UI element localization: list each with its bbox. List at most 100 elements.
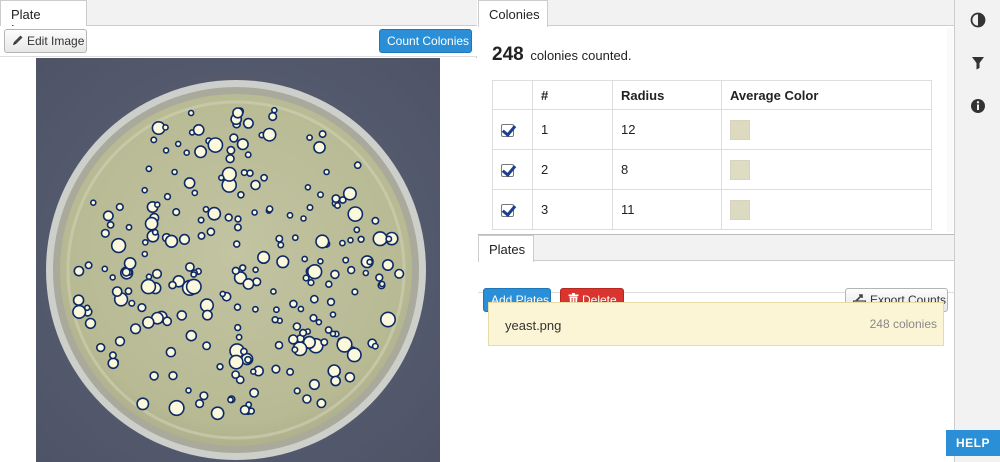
colony-marker[interactable] xyxy=(72,304,87,319)
colony-marker[interactable] xyxy=(323,168,330,176)
colony-marker[interactable] xyxy=(145,273,153,280)
colony-marker[interactable] xyxy=(150,136,158,144)
colony-marker[interactable] xyxy=(371,216,380,225)
colony-marker[interactable] xyxy=(207,206,222,221)
colony-marker[interactable] xyxy=(244,355,252,364)
colony-marker[interactable] xyxy=(347,265,356,275)
tab-colonies[interactable]: Colonies xyxy=(478,0,548,27)
colony-marker[interactable] xyxy=(318,130,327,139)
colony-marker[interactable] xyxy=(250,368,257,375)
colony-marker[interactable] xyxy=(324,280,333,288)
colony-marker[interactable] xyxy=(297,305,305,313)
colony-marker[interactable] xyxy=(218,174,225,182)
colony-marker[interactable] xyxy=(234,323,242,332)
colony-marker[interactable] xyxy=(233,303,242,311)
colony-marker[interactable] xyxy=(379,311,396,328)
info-icon[interactable] xyxy=(970,98,986,114)
colony-marker[interactable] xyxy=(362,269,370,277)
colony-marker[interactable] xyxy=(381,259,394,272)
help-button[interactable]: HELP xyxy=(946,430,1000,456)
colony-marker[interactable] xyxy=(162,316,173,327)
petri-dish-photo[interactable] xyxy=(36,58,440,462)
colony-marker[interactable] xyxy=(306,204,314,212)
colony-marker[interactable] xyxy=(292,322,302,331)
colony-marker[interactable] xyxy=(199,391,209,401)
colony-marker[interactable] xyxy=(353,226,361,234)
colony-marker[interactable] xyxy=(224,213,233,222)
colony-marker[interactable] xyxy=(378,280,386,288)
colony-marker[interactable] xyxy=(271,364,281,374)
colony-marker[interactable] xyxy=(84,317,97,330)
colony-marker[interactable] xyxy=(192,124,205,136)
colony-marker[interactable] xyxy=(272,306,280,314)
colony-marker[interactable] xyxy=(372,231,388,247)
colony-marker[interactable] xyxy=(242,277,255,290)
colony-marker[interactable] xyxy=(249,387,260,398)
tab-plate-image[interactable]: Plate Image xyxy=(0,0,87,37)
colony-marker[interactable] xyxy=(187,109,195,117)
colony-marker[interactable] xyxy=(140,278,157,295)
colony-marker[interactable] xyxy=(191,189,199,197)
colony-marker[interactable] xyxy=(100,228,110,238)
column-header-average-color[interactable]: Average Color xyxy=(721,80,932,110)
colony-marker[interactable] xyxy=(197,216,205,224)
colony-marker[interactable] xyxy=(149,371,159,381)
colony-marker[interactable] xyxy=(291,234,299,242)
colony-marker[interactable] xyxy=(110,237,127,254)
colony-marker[interactable] xyxy=(244,151,252,159)
colony-marker[interactable] xyxy=(309,313,318,323)
colony-marker[interactable] xyxy=(142,316,155,329)
colony-marker[interactable] xyxy=(233,223,242,232)
colony-marker[interactable] xyxy=(108,351,117,360)
filter-icon[interactable] xyxy=(970,55,986,71)
colony-marker[interactable] xyxy=(242,117,254,129)
colony-marker[interactable] xyxy=(309,294,319,304)
colony-marker[interactable] xyxy=(330,375,341,387)
colony-marker[interactable] xyxy=(183,177,196,189)
colony-marker[interactable] xyxy=(114,336,126,347)
colony-marker[interactable] xyxy=(317,258,324,265)
colony-marker[interactable] xyxy=(201,309,213,321)
colony-marker[interactable] xyxy=(128,299,136,307)
colony-marker[interactable] xyxy=(286,367,295,376)
colony-marker[interactable] xyxy=(293,387,301,395)
row-checkbox[interactable] xyxy=(501,204,514,218)
colony-marker[interactable] xyxy=(301,255,309,263)
colony-marker[interactable] xyxy=(357,235,365,244)
colony-marker[interactable] xyxy=(185,329,198,342)
colony-marker[interactable] xyxy=(136,397,150,411)
image-viewport[interactable] xyxy=(0,58,477,462)
colony-marker[interactable] xyxy=(307,264,323,280)
colony-marker[interactable] xyxy=(257,250,271,264)
colony-marker[interactable] xyxy=(268,111,278,122)
colony-marker[interactable] xyxy=(234,215,242,223)
colony-marker[interactable] xyxy=(190,271,198,278)
colony-marker[interactable] xyxy=(141,250,149,258)
colony-marker[interactable] xyxy=(124,287,133,295)
colony-marker[interactable] xyxy=(151,228,159,236)
colony-marker[interactable] xyxy=(232,240,241,248)
colony-marker[interactable] xyxy=(125,223,133,231)
colony-marker[interactable] xyxy=(265,205,274,213)
colony-marker[interactable] xyxy=(178,233,191,245)
colony-marker[interactable] xyxy=(251,209,258,216)
colony-marker[interactable] xyxy=(168,399,185,417)
colony-marker[interactable] xyxy=(232,107,244,119)
colony-marker[interactable] xyxy=(316,191,324,199)
colony-marker[interactable] xyxy=(165,346,177,358)
colony-marker[interactable] xyxy=(329,311,337,318)
colony-marker[interactable] xyxy=(168,280,177,290)
colony-marker[interactable] xyxy=(164,234,179,249)
table-row[interactable]: 1 12 xyxy=(492,109,932,150)
colony-marker[interactable] xyxy=(353,161,362,170)
colony-marker[interactable] xyxy=(338,239,346,247)
colony-marker[interactable] xyxy=(346,347,362,363)
contrast-icon[interactable] xyxy=(970,12,986,28)
column-header-radius[interactable]: Radius xyxy=(612,80,722,110)
colony-marker[interactable] xyxy=(351,288,359,296)
colony-marker[interactable] xyxy=(271,106,278,114)
colony-marker[interactable] xyxy=(366,258,374,266)
colony-marker[interactable] xyxy=(260,173,268,182)
colony-marker[interactable] xyxy=(288,334,299,345)
colony-marker[interactable] xyxy=(129,323,142,335)
